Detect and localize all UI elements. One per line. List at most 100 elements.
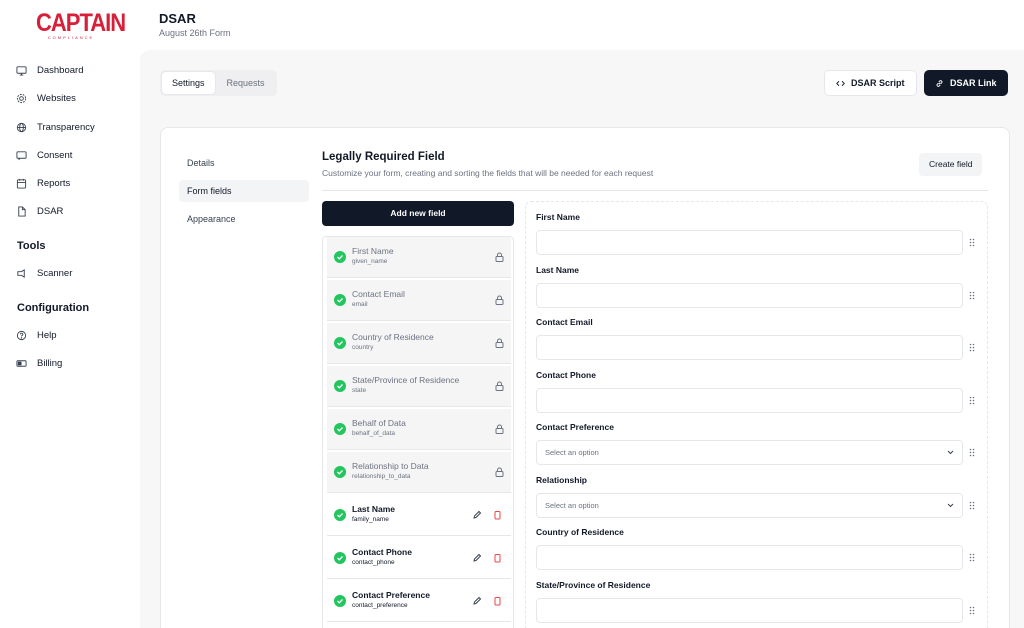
preview-label: Last Name	[536, 265, 579, 275]
drag-handle-icon[interactable]	[969, 343, 975, 352]
sidebar-item-label: Dashboard	[37, 64, 84, 76]
pencil-icon[interactable]	[473, 553, 482, 562]
section-title: Legally Required Field	[322, 151, 445, 163]
pencil-icon[interactable]	[473, 596, 482, 605]
add-new-field-button[interactable]: Add new field	[322, 201, 514, 226]
contact-preference-select[interactable]: Select an option	[536, 440, 963, 465]
subnav-details[interactable]: Details	[179, 152, 309, 174]
lock-icon	[495, 252, 504, 262]
field-name: Contact Phone	[352, 547, 412, 557]
drag-handle-icon[interactable]	[969, 553, 975, 562]
subnav-appearance[interactable]: Appearance	[179, 208, 309, 230]
field-key: email	[352, 301, 368, 308]
sidebar-item-label: Websites	[37, 92, 76, 104]
pencil-icon[interactable]	[473, 510, 482, 519]
field-row-contact-preference[interactable]: Contact Preference contact_preference	[327, 581, 511, 622]
field-row-country[interactable]: Country of Residence country	[327, 323, 511, 364]
field-key: contact_preference	[352, 602, 408, 609]
field-name: Country of Residence	[352, 332, 434, 342]
field-row-state[interactable]: State/Province of Residence state	[327, 366, 511, 407]
dsar-link-label: DSAR Link	[950, 78, 997, 88]
sidebar-item-reports[interactable]: Reports	[16, 175, 70, 191]
field-key: relationship_to_data	[352, 473, 411, 480]
drag-handle-icon[interactable]	[969, 396, 975, 405]
field-name: Contact Preference	[352, 590, 430, 600]
field-key: given_name	[352, 258, 388, 265]
scanner-icon	[17, 268, 25, 278]
section-description: Customize your form, creating and sortin…	[322, 168, 654, 178]
check-circle-icon	[334, 466, 346, 478]
calendar-icon	[16, 178, 27, 189]
sidebar-item-billing[interactable]: Billing	[16, 355, 62, 371]
preview-label: Contact Email	[536, 317, 593, 327]
field-name: State/Province of Residence	[352, 375, 460, 385]
field-row-relationship-to-data[interactable]: Relationship to Data relationship_to_dat…	[327, 452, 511, 493]
create-field-button[interactable]: Create field	[919, 153, 983, 176]
preview-label: Contact Phone	[536, 370, 596, 380]
select-placeholder: Select an option	[545, 501, 599, 510]
sidebar-item-help[interactable]: Help	[16, 327, 57, 343]
brand-logo[interactable]: CAPTAIN COMPLIANCE	[36, 10, 126, 40]
select-placeholder: Select an option	[545, 448, 599, 457]
field-row-first-name[interactable]: First Name given_name	[327, 237, 511, 278]
drag-handle-icon[interactable]	[969, 238, 975, 247]
drag-handle-icon[interactable]	[969, 501, 975, 510]
main-panel: Settings Requests DSAR Script DSAR Link …	[140, 50, 1024, 628]
sidebar-item-label: Transparency	[37, 121, 95, 133]
dsar-link-button[interactable]: DSAR Link	[924, 70, 1008, 96]
sidebar-item-consent[interactable]: Consent	[16, 147, 72, 163]
state-input[interactable]	[536, 598, 963, 623]
field-row-last-name[interactable]: Last Name family_name	[327, 495, 511, 536]
page-title: DSAR	[159, 11, 196, 26]
field-key: family_name	[352, 516, 389, 523]
check-circle-icon	[334, 552, 346, 564]
last-name-input[interactable]	[536, 283, 963, 308]
sidebar-item-scanner[interactable]: Scanner	[16, 265, 72, 281]
globe-icon	[16, 122, 27, 132]
page-subtitle: August 26th Form	[159, 28, 231, 38]
drag-handle-icon[interactable]	[969, 606, 975, 615]
lock-icon	[495, 295, 504, 305]
contact-phone-input[interactable]	[536, 388, 963, 413]
check-circle-icon	[334, 294, 346, 306]
contact-email-input[interactable]	[536, 335, 963, 360]
drag-handle-icon[interactable]	[969, 291, 975, 300]
country-input[interactable]	[536, 545, 963, 570]
sidebar-item-label: Billing	[37, 357, 63, 369]
field-row-behalf-of-data[interactable]: Behalf of Data behalf_of_data	[327, 409, 511, 450]
field-row-contact-phone[interactable]: Contact Phone contact_phone	[327, 538, 511, 579]
trash-icon[interactable]	[493, 552, 502, 563]
tab-settings[interactable]: Settings	[162, 72, 215, 94]
tab-requests[interactable]: Requests	[217, 72, 275, 94]
tab-bar: Settings Requests	[160, 70, 277, 96]
monitor-icon	[16, 65, 27, 76]
drag-handle-icon[interactable]	[969, 448, 975, 457]
sidebar: CAPTAIN COMPLIANCE Dashboard Websites Tr…	[0, 0, 140, 628]
sidebar-item-label: DSAR	[37, 205, 64, 217]
chevron-down-icon	[947, 450, 954, 455]
subnav-form-fields[interactable]: Form fields	[179, 180, 309, 202]
trash-icon[interactable]	[493, 595, 502, 606]
lock-icon	[495, 424, 504, 434]
field-key: country	[352, 344, 374, 351]
dsar-script-button[interactable]: DSAR Script	[824, 70, 917, 96]
sidebar-item-websites[interactable]: Websites	[16, 90, 76, 106]
field-name: Last Name	[352, 504, 395, 514]
lock-icon	[495, 338, 504, 348]
lock-icon	[495, 381, 504, 391]
trash-icon[interactable]	[493, 509, 502, 520]
check-circle-icon	[334, 337, 346, 349]
billing-icon	[16, 359, 27, 367]
preview-label: Contact Preference	[536, 422, 614, 432]
sidebar-item-dsar[interactable]: DSAR	[16, 203, 63, 219]
gear-icon	[16, 93, 27, 103]
first-name-input[interactable]	[536, 230, 963, 255]
relationship-select[interactable]: Select an option	[536, 493, 963, 518]
sidebar-item-transparency[interactable]: Transparency	[16, 119, 95, 135]
form-preview: First Name Last Name Contact Email Conta…	[525, 201, 988, 628]
field-row-contact-email[interactable]: Contact Email email	[327, 280, 511, 321]
field-name: First Name	[352, 246, 394, 256]
link-icon	[936, 79, 943, 87]
sidebar-item-dashboard[interactable]: Dashboard	[16, 62, 83, 78]
file-icon	[18, 205, 26, 217]
